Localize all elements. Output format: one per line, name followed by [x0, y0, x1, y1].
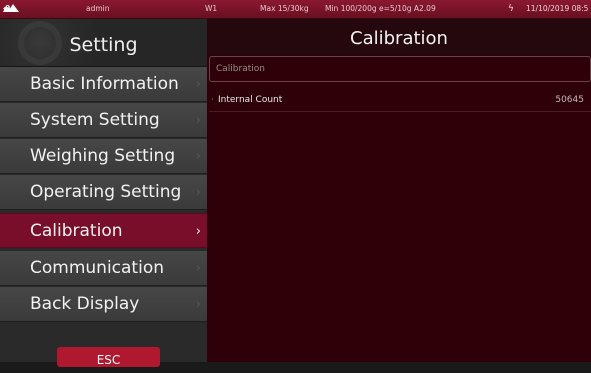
user-label: admin — [86, 4, 110, 13]
chevron-right-icon: › — [195, 185, 201, 200]
sidebar: Setting Basic Information › System Setti… — [0, 19, 207, 367]
sidebar-item-label: Basic Information — [30, 74, 179, 94]
scale-icon — [3, 0, 19, 18]
sidebar-header: Setting — [0, 19, 207, 67]
sidebar-item-communication[interactable]: Communication › — [0, 251, 207, 286]
main-panel: Calibration Calibration · Internal Count… — [207, 19, 591, 362]
min-capacity: Min 100/200g e=5/10g A2.09 — [325, 4, 436, 13]
sidebar-item-operating-setting[interactable]: Operating Setting › — [0, 175, 207, 210]
chevron-right-icon: › — [195, 224, 201, 239]
sidebar-item-weighing-setting[interactable]: Weighing Setting › — [0, 139, 207, 174]
sidebar-title: Setting — [69, 34, 138, 56]
esc-button[interactable]: ESC — [57, 347, 160, 367]
chevron-right-icon: › — [195, 113, 201, 128]
setting-row-internal-count[interactable]: · Internal Count 50645 — [209, 88, 591, 112]
sidebar-item-system-setting[interactable]: System Setting › — [0, 103, 207, 138]
sidebar-item-label: Communication — [30, 258, 164, 278]
status-bar: →0← admin W1 Max 15/30kg Min 100/200g e=… — [0, 0, 591, 19]
sidebar-item-label: Back Display — [30, 294, 140, 314]
chevron-right-icon: › — [195, 77, 201, 92]
chevron-right-icon: › — [195, 297, 201, 312]
max-capacity: Max 15/30kg — [260, 4, 309, 13]
section-header-calibration: Calibration — [209, 56, 591, 82]
chevron-right-icon: › — [195, 149, 201, 164]
sidebar-item-label: Weighing Setting — [30, 146, 176, 166]
datetime: 11/10/2019 08:5 — [526, 4, 589, 13]
sidebar-item-label: Calibration — [30, 221, 123, 241]
scale-id: W1 — [205, 4, 218, 13]
sidebar-item-back-display[interactable]: Back Display › — [0, 287, 207, 322]
sidebar-item-calibration[interactable]: Calibration › — [0, 213, 207, 248]
sidebar-item-basic-information[interactable]: Basic Information › — [0, 67, 207, 102]
bolt-icon: ϟ — [508, 4, 514, 14]
row-value: 50645 — [555, 95, 584, 105]
chevron-right-icon: › — [195, 261, 201, 276]
page-title: Calibration — [207, 19, 591, 55]
row-label: Internal Count — [218, 95, 283, 105]
gear-icon — [18, 21, 62, 65]
sidebar-item-label: Operating Setting — [30, 182, 182, 202]
bullet-icon: · — [211, 95, 214, 104]
sidebar-item-label: System Setting — [30, 110, 160, 130]
